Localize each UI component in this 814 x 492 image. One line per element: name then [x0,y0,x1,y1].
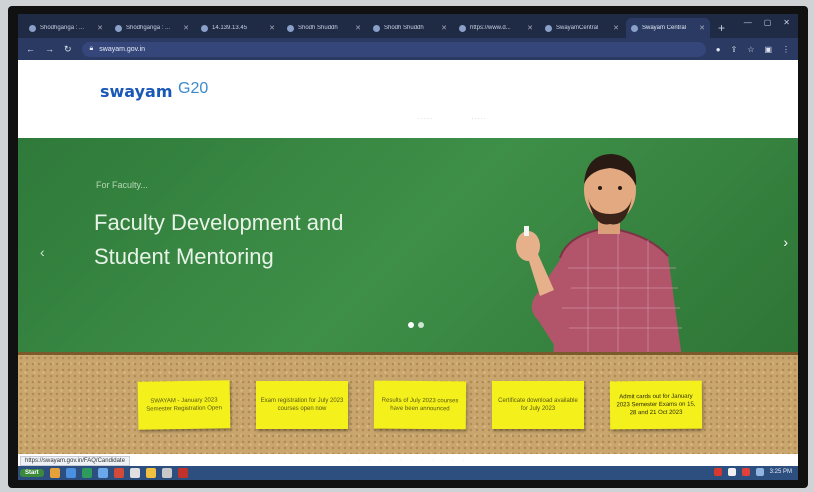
maximize-icon[interactable]: ▢ [764,18,772,27]
browser-tab[interactable]: https://www.d... ✕ [454,18,538,38]
minimize-icon[interactable]: — [744,18,752,27]
favicon-icon [29,24,36,32]
announcement-board: SWAYAM - January 2023 Semester Registrat… [18,352,798,454]
window-controls: — ▢ ✕ [744,18,790,27]
section-label: · · · · · · · · · · · · [348,458,469,463]
close-icon[interactable]: ✕ [613,24,619,32]
browser-tab[interactable]: Shodh Shuddh ✕ [282,18,366,38]
pdf-icon[interactable] [177,468,188,478]
extension-icons: ● ⇪ ☆ ▣ ⋮ [716,45,790,54]
favicon-icon [373,24,380,32]
forward-icon[interactable]: → [45,44,54,54]
hero-kicker: For Faculty... [96,180,148,190]
app-icon[interactable] [97,468,108,478]
new-tab-button[interactable]: + [718,21,725,35]
close-icon[interactable]: ✕ [699,24,705,32]
status-bar-url: https://swayam.gov.in/FAQ/Candidate [20,456,130,466]
favicon-icon [201,24,208,32]
chrome-icon[interactable] [129,468,140,478]
g20-logo: G20 [178,80,209,97]
folder-icon[interactable] [49,468,60,478]
opera-icon[interactable] [113,468,124,478]
favicon-icon [459,24,466,32]
system-tray: 3:25 PM [713,468,792,476]
carousel-prev-button[interactable]: ‹ [40,244,45,260]
carousel-dot[interactable] [418,322,424,328]
star-icon[interactable]: ☆ [747,45,754,54]
browser-tab[interactable]: Shodh Shuddh ✕ [368,18,452,38]
favicon-icon [631,24,638,32]
url-text: swayam.gov.in [99,45,146,53]
sidepanel-icon[interactable]: ▣ [764,45,772,54]
menu-icon[interactable]: ⋮ [782,45,790,54]
lock-icon: 🔒︎ [89,45,94,52]
announcement-note[interactable]: Exam registration for July 2023 courses … [256,381,348,429]
browser-tab[interactable]: SwayamCentral ✕ [540,18,624,38]
favicon-icon [287,24,294,32]
network-icon[interactable] [727,468,736,476]
browser-tab-bar: Shodhganga : ... ✕ Shodhganga : ... ✕ 14.1… [18,14,798,38]
nav-item[interactable]: · · · · · [472,116,486,122]
browser-tab[interactable]: Shodhganga : ... ✕ [24,18,108,38]
close-icon[interactable]: ✕ [527,24,533,32]
antivirus-icon[interactable] [713,468,722,476]
announcement-note[interactable]: Certificate download available for July … [492,381,584,429]
favicon-icon [545,24,552,32]
share-icon[interactable]: ⇪ [731,45,738,54]
reload-icon[interactable]: ↻ [64,44,72,55]
taskbar: Start 3:25 PM [18,466,798,480]
favicon-icon [115,24,122,32]
close-icon[interactable]: ✕ [97,24,103,32]
screen: Shodhganga : ... ✕ Shodhganga : ... ✕ 14.1… [18,14,798,480]
announcement-note[interactable]: SWAYAM - January 2023 Semester Registrat… [137,380,231,430]
hero-banner: ‹ For Faculty... Faculty Development and… [18,138,798,352]
volume-icon[interactable] [755,468,764,476]
announcement-note[interactable]: Results of July 2023 courses have been a… [373,380,467,430]
app-icon[interactable] [145,468,156,478]
hero-title-line-1: Faculty Development and [94,210,344,235]
profile-icon[interactable]: ● [716,45,721,54]
ie-icon[interactable] [65,468,76,478]
teacher-illustration [516,154,682,352]
page-bottom-strip: · · · · · · · · · · · · [18,454,798,466]
browser-tab[interactable]: 14.139.13.45 ✕ [196,18,280,38]
back-icon[interactable]: ← [26,44,35,54]
hero-title-line-2: Student Mentoring [94,244,274,269]
browser-tab-active[interactable]: Swayam Central ✕ [626,18,710,38]
monitor-frame: Shodhganga : ... ✕ Shodhganga : ... ✕ 14.1… [8,6,808,488]
browser-tab[interactable]: Shodhganga : ... ✕ [110,18,194,38]
close-icon[interactable]: ✕ [183,24,189,32]
swayam-logo[interactable]: swayam [100,82,173,101]
site-header: swayam G20 · · · · · · · · · · [18,60,798,138]
carousel-indicators [408,322,424,328]
carousel-dot[interactable] [408,322,414,328]
address-bar[interactable]: 🔒︎ swayam.gov.in [81,41,706,57]
close-icon[interactable]: ✕ [269,24,275,32]
app-icon[interactable] [81,468,92,478]
app-icon[interactable] [161,468,172,478]
close-icon[interactable]: ✕ [441,24,447,32]
carousel-next-button[interactable]: › [783,234,788,250]
update-icon[interactable] [741,468,750,476]
announcement-note[interactable]: Admit cards out for January 2023 Semeste… [609,380,703,430]
site-nav: · · · · · · · · · · [418,116,486,122]
clock[interactable]: 3:25 PM [770,469,792,475]
nav-item[interactable]: · · · · · [418,116,432,122]
start-button[interactable]: Start [20,469,44,477]
close-window-icon[interactable]: ✕ [783,18,790,27]
browser-toolbar: ← → ↻ 🔒︎ swayam.gov.in ● ⇪ ☆ ▣ ⋮ [18,38,798,60]
close-icon[interactable]: ✕ [355,24,361,32]
